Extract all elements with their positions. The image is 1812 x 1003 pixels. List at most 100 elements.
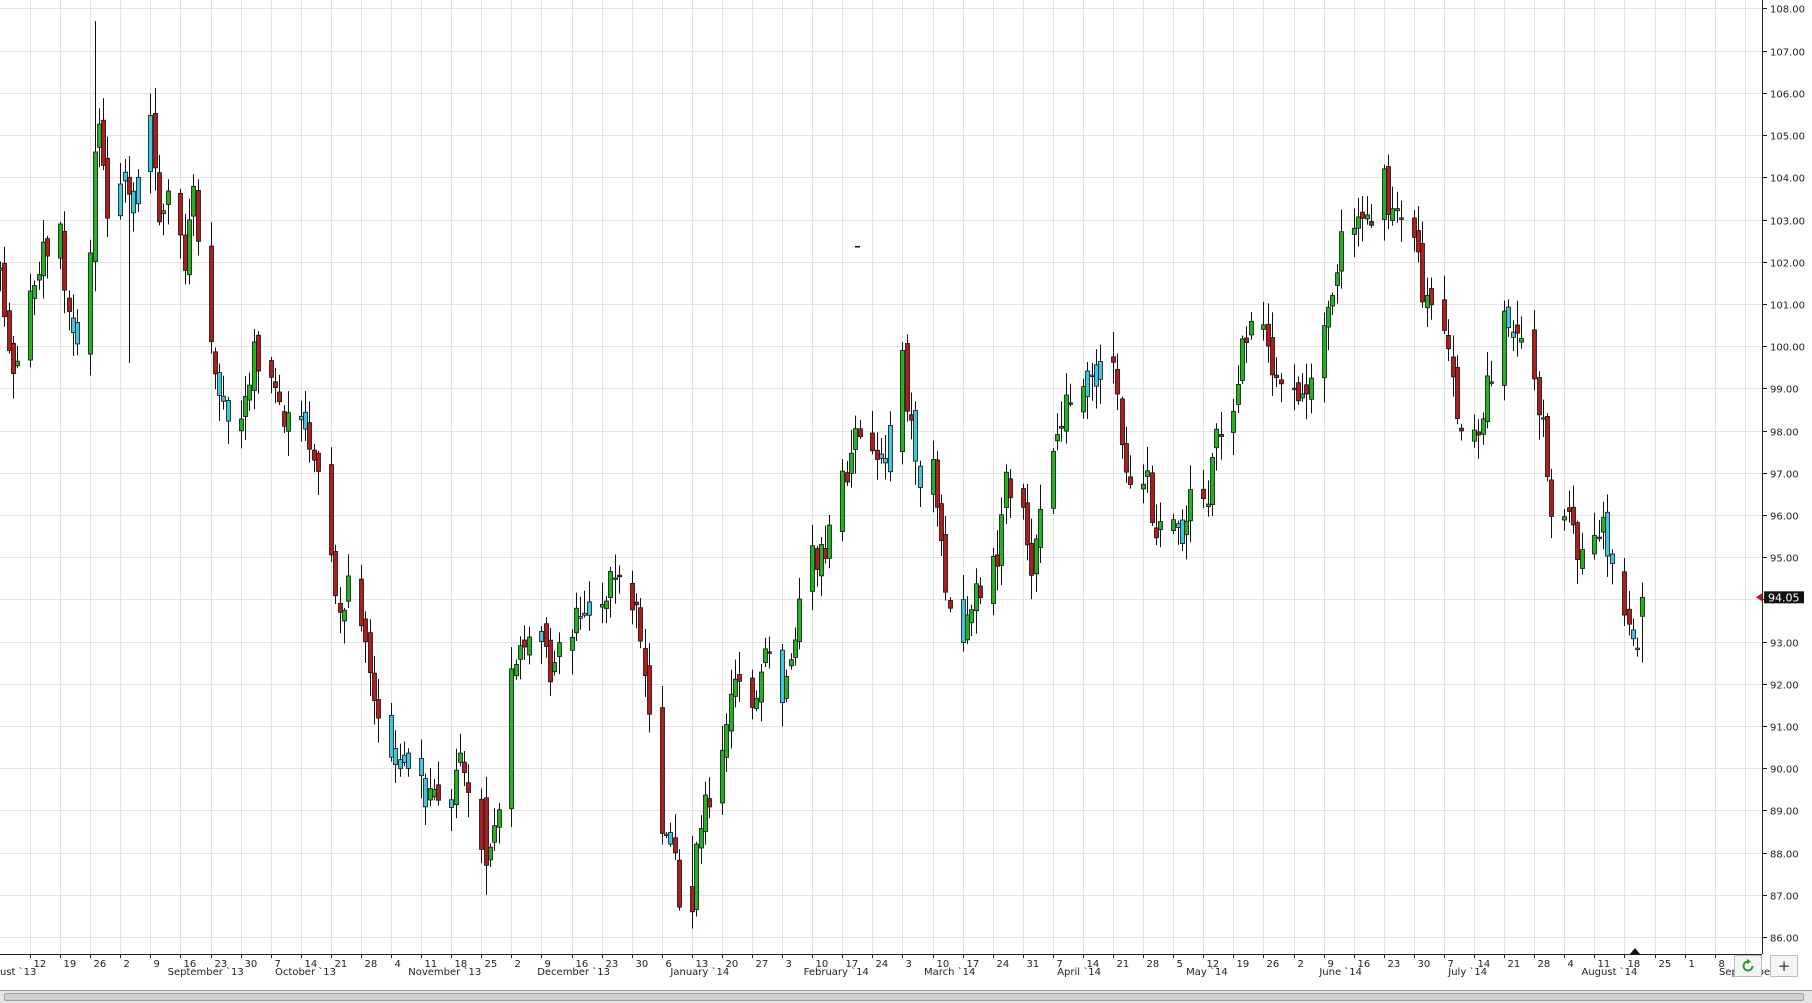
candle-body (1154, 527, 1159, 539)
candle-body (97, 123, 102, 148)
refresh-icon (1742, 958, 1754, 972)
candle-body (1055, 434, 1060, 442)
candle-body (316, 452, 321, 472)
price-axis-label: 86.00 (1770, 934, 1799, 945)
candle-body (32, 285, 37, 299)
time-axis-day-label: 31 (1027, 959, 1040, 970)
time-axis-day-label: 2 (1298, 959, 1304, 970)
candle-body (638, 607, 643, 642)
candle-body (273, 381, 278, 388)
cursor-mark (855, 246, 860, 248)
candle-body (1459, 427, 1464, 432)
candle-body (1390, 208, 1395, 221)
candle-body (870, 432, 875, 452)
time-axis-day-label: 25 (485, 959, 498, 970)
candle-body (643, 648, 648, 677)
candle-body (127, 176, 132, 195)
price-chart[interactable]: 86.00 87.00 88.00 89.00 90.00 91.00 92.00 93.00… (0, 0, 1812, 1003)
candle-body (1322, 325, 1327, 379)
candle-body (604, 600, 609, 610)
time-axis-month-label: April `14 (1057, 966, 1101, 978)
candle-body (1210, 457, 1215, 505)
candle-body (1506, 306, 1511, 329)
candle-body (999, 514, 1004, 566)
candle-body (703, 794, 708, 833)
candle-body (1292, 387, 1297, 391)
price-axis-label: 108.00 (1770, 5, 1805, 16)
candle-body (488, 846, 493, 861)
candle-body (570, 636, 575, 651)
candle-body (853, 428, 858, 450)
candle-body (1369, 221, 1374, 226)
add-chart-button[interactable]: + (1770, 955, 1798, 977)
candle-body (1330, 295, 1335, 307)
time-axis-day-label: 21 (1508, 959, 1521, 970)
candle-body (1541, 417, 1546, 420)
candle-body (221, 395, 226, 402)
candle-body (810, 545, 815, 592)
time-axis-day-label: 3 (906, 959, 912, 970)
candle-body (677, 859, 682, 908)
time-axis-day-label: 19 (64, 959, 77, 970)
candle-body (338, 602, 343, 613)
candle-body (827, 524, 832, 559)
candle-body (368, 632, 373, 674)
candle-body (1176, 523, 1181, 528)
scrollbar-thumb[interactable] (4, 993, 1804, 1001)
candle-body (492, 825, 497, 843)
time-axis-day-label: 21 (1117, 959, 1130, 970)
refresh-button[interactable] (1734, 955, 1762, 977)
horizontal-scrollbar[interactable] (0, 990, 1812, 1003)
candle-body (187, 219, 192, 276)
candle-body (1571, 506, 1576, 526)
candle-body (918, 465, 923, 488)
candle-body (161, 210, 166, 215)
time-axis-day-label: 26 (94, 959, 107, 970)
candle-body (849, 452, 854, 474)
time-axis-day-label: 30 (1418, 959, 1431, 970)
candle-body (552, 662, 557, 673)
candle-body (458, 752, 463, 763)
candle-body (1455, 366, 1460, 419)
candle-body (1425, 294, 1430, 309)
candle-body (1201, 488, 1206, 500)
candle-body (213, 351, 218, 375)
candle-body (41, 241, 46, 277)
candle-body (329, 464, 334, 556)
candle-body (724, 724, 729, 758)
candle-body (969, 609, 974, 624)
candle-body (913, 410, 918, 462)
candle-body (239, 418, 244, 432)
candle-body (995, 554, 1000, 567)
price-axis-label: 106.00 (1770, 90, 1805, 101)
candle-body (1416, 229, 1421, 253)
candle-body (157, 172, 162, 223)
candle-body (1356, 216, 1361, 229)
candle-body (1188, 489, 1193, 522)
candle-body (1622, 571, 1627, 616)
candle-body (1382, 168, 1387, 220)
candle-body (1090, 374, 1095, 377)
candle-body (819, 544, 824, 577)
time-axis-day-label: 28 (1538, 959, 1551, 970)
time-axis-day-label: 24 (876, 959, 889, 970)
candle-body (1451, 356, 1456, 378)
candle-body (131, 190, 136, 214)
candle-body (1442, 299, 1447, 331)
candle-body (1511, 331, 1516, 338)
candle-body (613, 577, 618, 580)
candle-body (136, 176, 141, 205)
candle-body (694, 843, 699, 910)
candle-body (303, 411, 308, 430)
candle-body (1386, 166, 1391, 215)
candle-body (668, 832, 673, 845)
time-axis-day-label: 3 (786, 959, 792, 970)
candle-body (2, 262, 7, 318)
candle-body (462, 761, 467, 773)
candle-body (376, 699, 381, 719)
time-axis-day-label: 25 (1659, 959, 1672, 970)
time-axis-month-label: September `13 (168, 966, 244, 978)
candle-body (1605, 511, 1610, 557)
candle-body (1575, 522, 1580, 561)
candle-body (707, 798, 712, 808)
